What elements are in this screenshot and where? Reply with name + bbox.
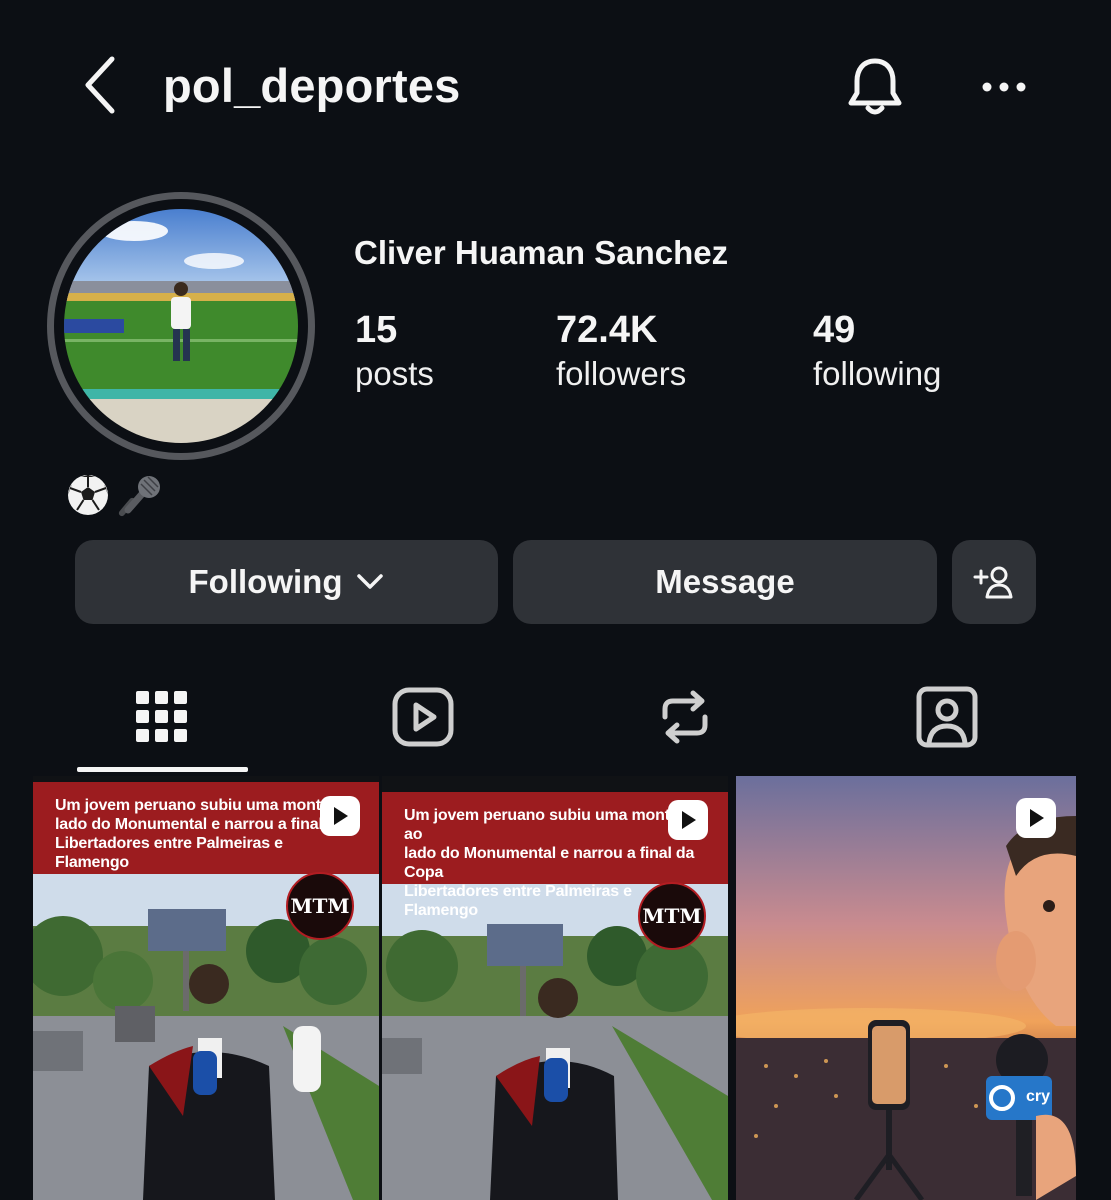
following-button[interactable]: Following <box>75 540 498 624</box>
notifications-button[interactable] <box>840 52 910 122</box>
banner-line: Um jovem peruano subiu uma montanh <box>55 797 349 814</box>
tab-tagged[interactable] <box>907 680 987 754</box>
followers-label: followers <box>556 355 687 392</box>
mic-flag-label: cry <box>1026 1088 1051 1105</box>
play-icon <box>682 811 696 829</box>
post-thumbnail[interactable]: Um jovem peruano subiu uma montanh lado … <box>33 776 379 1200</box>
profile-avatar[interactable] <box>47 192 315 460</box>
play-icon <box>1030 809 1044 827</box>
soccer-ball-icon <box>68 475 108 515</box>
chevron-left-icon <box>85 56 115 114</box>
back-button[interactable] <box>70 55 130 115</box>
banner-line: lado do Monumental e narrou a final da <box>55 816 346 833</box>
tab-reposts[interactable] <box>645 680 725 754</box>
active-tab-indicator <box>77 767 248 772</box>
bell-icon <box>848 58 902 115</box>
chevron-down-icon <box>357 574 384 589</box>
post-thumbnail[interactable]: Um jovem peruano subiu uma montanh ao la… <box>382 776 728 1200</box>
following-count: 49 <box>813 309 856 351</box>
tab-reels[interactable] <box>383 680 463 754</box>
more-horizontal-icon <box>982 82 1026 92</box>
following-label: following <box>813 355 942 392</box>
message-button[interactable]: Message <box>513 540 937 624</box>
suggested-accounts-button[interactable] <box>952 540 1036 624</box>
profile-bio: ⚽🎤 <box>66 470 164 520</box>
play-icon <box>334 807 348 825</box>
banner-line: lado do Monumental e narrou a final da C… <box>404 845 695 881</box>
banner-line: Libertadores entre Palmeiras e Flamengo <box>55 835 283 871</box>
reel-badge <box>320 796 360 836</box>
posts-stat[interactable]: 15 posts <box>355 308 434 396</box>
repost-icon <box>662 690 708 744</box>
reel-badge <box>1016 798 1056 838</box>
profile-username: pol_deportes <box>163 59 461 112</box>
profile-full-name: Cliver Huaman Sanchez <box>354 234 729 271</box>
followers-count: 72.4K <box>556 309 658 351</box>
grid-icon <box>136 691 187 742</box>
posts-label: posts <box>355 355 434 392</box>
followers-stat[interactable]: 72.4K followers <box>556 308 686 396</box>
reel-badge <box>668 800 708 840</box>
post-thumbnail[interactable]: cry <box>736 776 1076 1200</box>
more-options-button[interactable] <box>972 62 1036 112</box>
mtm-logo: MTM <box>638 882 706 950</box>
posts-count: 15 <box>355 309 398 351</box>
tagged-person-icon <box>916 686 978 748</box>
following-button-label: Following <box>188 563 343 600</box>
message-button-label: Message <box>655 563 795 600</box>
tab-grid[interactable] <box>122 680 202 754</box>
mtm-logo: MTM <box>286 872 354 940</box>
avatar-photo <box>64 209 298 443</box>
add-person-icon <box>973 566 1013 599</box>
profile-page: pol_deportes Cliver Huaman Sanchez 15 po… <box>0 0 1111 1200</box>
banner-line: Um jovem peruano subiu uma montanh ao <box>404 807 698 843</box>
reels-icon <box>392 687 454 747</box>
microphone-icon <box>118 476 160 517</box>
following-stat[interactable]: 49 following <box>813 308 941 396</box>
